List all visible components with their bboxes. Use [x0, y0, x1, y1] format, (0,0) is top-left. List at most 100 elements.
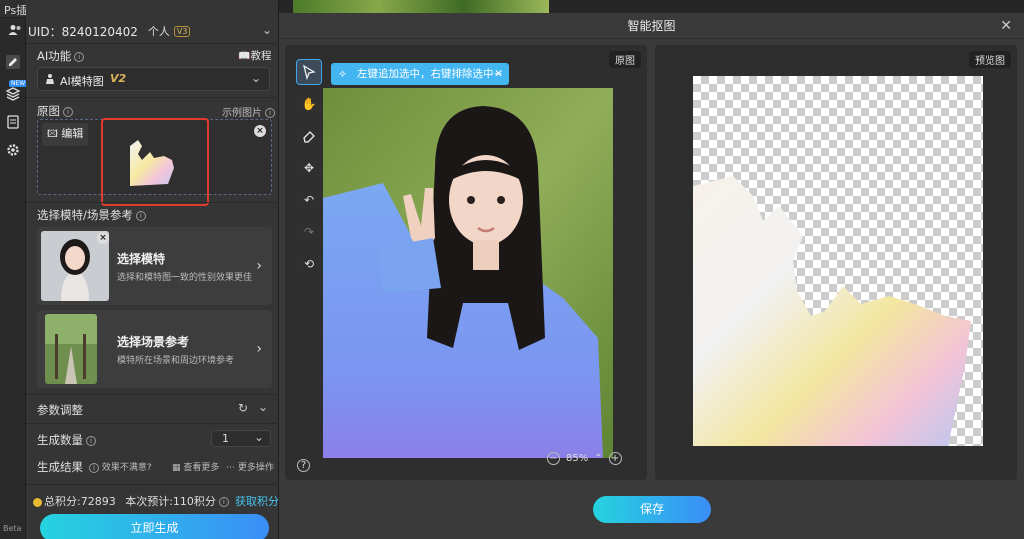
select-scene-title: 选择场景参考 — [117, 335, 190, 349]
refresh-icon[interactable]: ↻ — [238, 401, 248, 415]
unsatisfied-link[interactable]: i 效果不满意? — [86, 460, 152, 473]
close-icon[interactable]: ✕ — [1000, 18, 1012, 34]
cutout-result — [693, 176, 971, 446]
tutorial-link[interactable]: 📖教程 — [238, 48, 271, 63]
zoom-control: − 85% ⌃ + — [547, 452, 622, 465]
points-info: 总积分:72893 本次预计:110积分 i — [33, 493, 229, 509]
scene-thumbnail — [45, 314, 97, 384]
chevron-down-icon: ⌄ — [253, 430, 264, 444]
cursor-sparkle-icon — [302, 64, 316, 80]
select-scene-desc: 模特所在场景和周边环境参考 — [117, 356, 235, 366]
ai-function-select[interactable]: AI模特图 V2 ⌄ — [37, 67, 270, 91]
chevron-down-icon: ⌄ — [250, 71, 261, 85]
info-icon[interactable]: i — [135, 210, 146, 221]
highlight-frame — [101, 118, 209, 206]
reference-label: 选择模特/场景参考 i — [37, 207, 146, 223]
eraser-icon — [303, 131, 315, 143]
undo-icon: ↶ — [303, 193, 315, 207]
zoom-value[interactable]: 85% — [566, 453, 588, 464]
original-label: 原图 i — [37, 103, 73, 119]
redo-icon: ↷ — [303, 225, 315, 239]
dialog-title: 智能抠图 — [279, 13, 1024, 39]
generate-count-select[interactable]: 1 ⌄ — [211, 430, 271, 447]
account-row[interactable]: UID：8240120402 个人 V3 ⌄ — [8, 20, 278, 42]
undo-button[interactable]: ↶ — [296, 187, 322, 213]
smart-select-tool[interactable] — [296, 59, 322, 85]
hand-icon: ✋ — [301, 97, 317, 111]
reset-button[interactable]: ⟲ — [296, 251, 322, 277]
save-button[interactable]: 保存 — [593, 496, 711, 523]
ai-function-value: AI模特图 — [60, 75, 104, 88]
original-image-dropzone[interactable]: 🖾 编辑 × — [37, 118, 272, 206]
version-badge: V2 — [110, 72, 127, 85]
close-icon[interactable]: × — [97, 232, 109, 244]
image-edit-icon: 🖾 — [47, 129, 58, 140]
preview-tag: 预览图 — [969, 51, 1011, 68]
generate-count-label: 生成数量 i — [37, 432, 96, 448]
selection-tip: ⟡ 左键追加选中，右键排除选中~ ✕ — [331, 63, 509, 85]
select-model-title: 选择模特 — [117, 252, 166, 266]
more-ops-link[interactable]: ⋯ 更多操作 — [226, 460, 274, 473]
info-icon[interactable]: i — [86, 435, 96, 446]
hand-tool[interactable]: ✋ — [296, 91, 322, 117]
divider — [26, 43, 279, 44]
info-icon[interactable]: i — [63, 106, 73, 117]
params-label: 参数调整 — [37, 403, 83, 417]
info-icon: i — [89, 462, 99, 473]
select-model-desc: 选择和模特图一致的性别效果更佳 — [117, 273, 253, 283]
close-icon[interactable]: ✕ — [494, 63, 503, 85]
redo-button[interactable]: ↷ — [296, 219, 322, 245]
beta-label: Beta — [3, 524, 22, 533]
zoom-out-button[interactable]: − — [547, 452, 560, 465]
reset-icon: ⟲ — [303, 257, 315, 271]
grid-icon: ▦ — [172, 463, 181, 473]
zoom-in-button[interactable]: + — [608, 452, 622, 465]
chevron-right-icon: › — [256, 258, 262, 274]
account-type: 个人 — [147, 25, 170, 38]
example-image-link[interactable]: 示例图片 i — [222, 104, 275, 119]
chevron-down-icon[interactable]: ⌄ — [258, 400, 268, 414]
move-icon: ✥ — [303, 161, 315, 175]
more-icon: ⋯ — [226, 463, 235, 473]
divider — [26, 423, 279, 424]
plugin-nav-bar: NEW — [0, 0, 28, 539]
account-level-badge: V3 — [173, 25, 191, 37]
ai-function-label: AI功能 i — [37, 48, 85, 64]
edit-button[interactable]: 🖾 编辑 — [42, 123, 89, 146]
divider — [26, 202, 279, 203]
pencil-icon[interactable] — [5, 54, 21, 70]
generate-button[interactable]: 立即生成 — [40, 514, 269, 539]
result-label: 生成结果 — [37, 460, 83, 474]
canvas-image-strip — [293, 0, 549, 13]
preview-pane: 预览图 — [655, 45, 1017, 480]
original-tag: 原图 — [609, 51, 641, 68]
close-icon[interactable]: × — [254, 125, 266, 137]
original-photo[interactable] — [323, 88, 613, 458]
chevron-right-icon: › — [256, 341, 262, 357]
smart-cutout-dialog: 智能抠图 ✕ 原图 ✋ ✥ ↶ ↷ ⟲ ⟡ 左键追加选中，右键排除选中~ ✕ ?… — [279, 13, 1024, 539]
model-figure-icon — [44, 73, 56, 88]
view-more-link[interactable]: ▦ 查看更多 — [172, 460, 219, 473]
original-pane: 原图 ✋ ✥ ↶ ↷ ⟲ ⟡ 左键追加选中，右键排除选中~ ✕ ? − 85% … — [285, 45, 647, 480]
uid-label: UID：8240120402 — [28, 24, 138, 39]
generate-count-value: 1 — [222, 432, 229, 445]
help-icon[interactable]: ? — [297, 459, 310, 472]
user-group-icon — [8, 24, 22, 39]
coin-icon — [33, 497, 42, 507]
select-scene-card[interactable]: 选择场景参考 模特所在场景和周边环境参考 › — [37, 310, 272, 388]
chevron-up-icon[interactable]: ⌃ — [594, 453, 602, 464]
layers-icon[interactable] — [5, 86, 21, 102]
divider — [26, 97, 279, 98]
move-tool[interactable]: ✥ — [296, 155, 322, 181]
info-icon: i — [265, 108, 275, 118]
info-icon[interactable]: i — [218, 497, 229, 507]
divider — [26, 394, 279, 395]
sparkle-cursor-icon: ⟡ — [339, 68, 346, 80]
info-icon[interactable]: i — [74, 51, 85, 62]
chevron-down-icon[interactable]: ⌄ — [262, 23, 272, 37]
select-model-card[interactable]: × 选择模特 选择和模特图一致的性别效果更佳 › — [37, 227, 272, 305]
preview-canvas — [693, 76, 983, 446]
document-icon[interactable] — [5, 114, 21, 130]
eraser-tool[interactable] — [296, 123, 322, 149]
gear-icon[interactable] — [5, 142, 21, 158]
